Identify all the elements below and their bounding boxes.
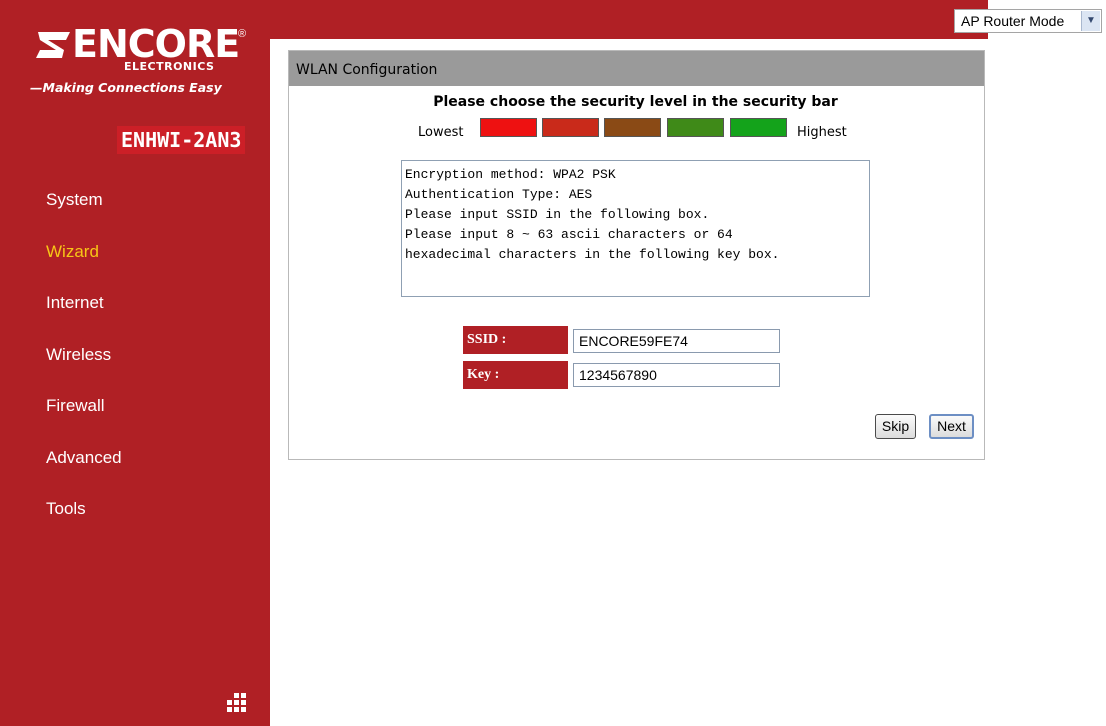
nav-item-wizard[interactable]: Wizard xyxy=(46,240,122,292)
top-bar xyxy=(270,0,988,39)
registered-mark: ® xyxy=(238,28,247,40)
nav-item-wireless[interactable]: Wireless xyxy=(46,343,122,395)
encore-logo-icon xyxy=(36,32,70,58)
panel-body: Please choose the security level in the … xyxy=(288,50,985,460)
lowest-label: Lowest xyxy=(418,125,464,140)
highest-label: Highest xyxy=(797,125,847,140)
logo-subtitle: ELECTRONICS xyxy=(124,60,215,73)
key-input[interactable]: 1234567890 xyxy=(573,363,780,387)
security-level-3[interactable] xyxy=(604,118,661,137)
security-level-1[interactable] xyxy=(480,118,537,137)
model-name: ENHWI-2AN3 xyxy=(117,126,246,154)
mode-select-value: AP Router Mode xyxy=(961,13,1065,29)
main-nav: System Wizard Internet Wireless Firewall… xyxy=(46,188,122,549)
security-title: Please choose the security level in the … xyxy=(433,94,838,110)
security-level-5[interactable] xyxy=(730,118,787,137)
nav-item-tools[interactable]: Tools xyxy=(46,497,122,549)
ssid-label: SSID : xyxy=(463,326,568,354)
brand-tagline: —Making Connections Easy xyxy=(30,80,222,95)
security-level-4[interactable] xyxy=(667,118,724,137)
brand-logo: ENCORE ® ELECTRONICS xyxy=(26,22,256,112)
sidebar: ENCORE ® ELECTRONICS —Making Connections… xyxy=(0,0,270,726)
chevron-down-icon[interactable]: ▼ xyxy=(1081,11,1100,31)
nav-item-advanced[interactable]: Advanced xyxy=(46,446,122,498)
security-level-2[interactable] xyxy=(542,118,599,137)
grid-icon xyxy=(227,693,246,712)
nav-item-internet[interactable]: Internet xyxy=(46,291,122,343)
next-button[interactable]: Next xyxy=(929,414,974,439)
ssid-input[interactable]: ENCORE59FE74 xyxy=(573,329,780,353)
skip-button[interactable]: Skip xyxy=(875,414,916,439)
nav-item-system[interactable]: System xyxy=(46,188,122,240)
key-label: Key : xyxy=(463,361,568,389)
mode-select[interactable]: AP Router Mode ▼ xyxy=(954,9,1102,33)
encryption-info-box[interactable]: Encryption method: WPA2 PSK Authenticati… xyxy=(401,160,870,297)
nav-item-firewall[interactable]: Firewall xyxy=(46,394,122,446)
